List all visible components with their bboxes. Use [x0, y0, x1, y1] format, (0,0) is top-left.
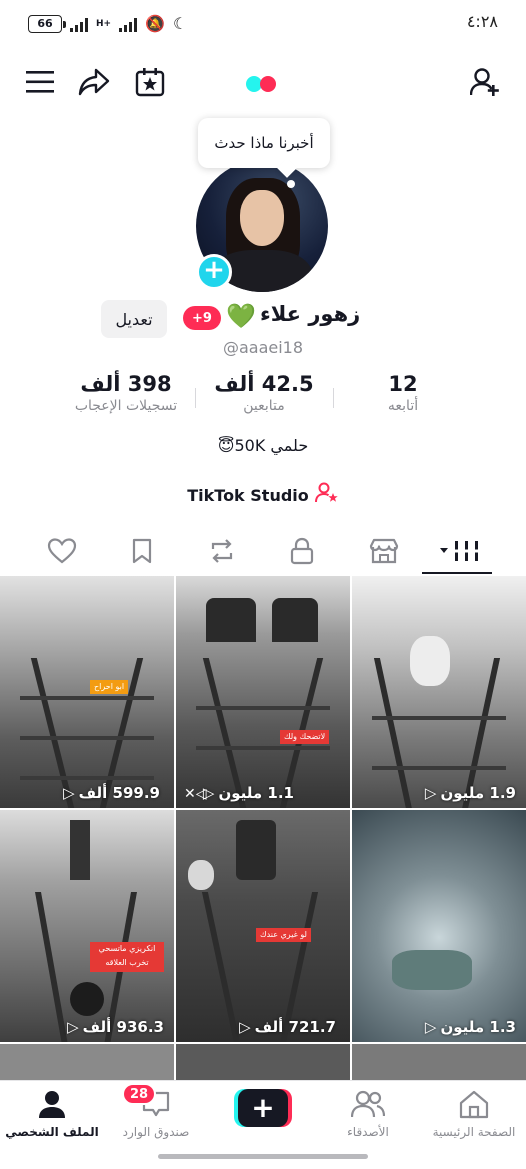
signal-icon-2 [119, 16, 138, 32]
add-story-button[interactable]: + [196, 254, 232, 290]
view-count: 1.1 مليون ▷ [202, 784, 294, 802]
runner [410, 636, 450, 686]
video-grid: ابو احراح 599.9 ألف ▷ لاتضحك ولك 1.1 مليو… [0, 576, 526, 1080]
blur-object [392, 950, 472, 990]
share-icon[interactable] [76, 64, 112, 100]
tab-favorites[interactable] [122, 534, 162, 568]
video-tile[interactable]: انكريزي ماتسحي تخرب العلاقه 936.3 ألف ▷ [0, 810, 174, 1042]
play-icon: ▷ [63, 784, 75, 802]
nav-inbox-label: صندوق الوارد [122, 1125, 190, 1139]
character [70, 982, 104, 1016]
studio-icon [314, 482, 339, 508]
play-icon: ▷ [424, 1018, 437, 1036]
notification-badge[interactable]: +9 [183, 306, 221, 330]
plus-icon: + [238, 1089, 288, 1127]
followers-label: متابعين [243, 398, 285, 414]
train [206, 598, 256, 642]
tab-private[interactable] [282, 534, 322, 568]
nav-friends[interactable]: الأصدقاء [318, 1089, 418, 1139]
following-stat[interactable]: 12 أتابعه [348, 372, 458, 414]
tab-reposts[interactable] [202, 534, 242, 568]
edit-profile-button[interactable]: تعديل [101, 300, 167, 338]
video-caption: ابو احراح [90, 680, 129, 694]
tab-shop[interactable] [364, 534, 404, 568]
play-icon: ▷ [239, 1018, 251, 1036]
bio: حلمي 50K😇 [217, 436, 309, 455]
create-button[interactable]: + [234, 1089, 292, 1127]
calendar-star-icon[interactable] [132, 64, 168, 100]
play-icon: ▷ [67, 1018, 79, 1036]
video-tile[interactable]: لو غيري عندك 721.7 ألف ▷ [176, 810, 350, 1042]
tiktok-now-icon[interactable] [246, 76, 276, 92]
video-caption: انكريزي ماتسحي تخرب العلاقه [90, 942, 164, 972]
profile-stats: 398 ألف تسجيلات الإعجاب 42.5 ألف متابعين… [0, 372, 526, 424]
video-tile[interactable]: 1.3 مليون ▷ [352, 810, 526, 1042]
friends-icon [350, 1090, 386, 1118]
home-icon [459, 1090, 489, 1119]
following-count: 12 [388, 372, 418, 396]
battery-icon: 66 [28, 14, 66, 33]
video-tile[interactable]: ابو احراح 599.9 ألف ▷ [0, 576, 174, 808]
nav-profile[interactable]: الملف الشخصي [2, 1089, 102, 1139]
display-name: زهور علاء [260, 302, 361, 326]
battery-level: 66 [37, 17, 53, 30]
video-tile[interactable]: لاتضحك ولك 1.1 مليون ▷ ✕◁ [176, 576, 350, 808]
view-count: 1.3 مليون ▷ [424, 1018, 516, 1036]
nav-home-label: الصفحة الرئيسية [432, 1125, 516, 1139]
video-tile[interactable] [352, 1044, 526, 1080]
menu-icon[interactable] [22, 64, 58, 100]
followers-stat[interactable]: 42.5 ألف متابعين [200, 372, 328, 414]
train [272, 598, 318, 642]
view-count: 599.9 ألف ▷ [63, 784, 160, 802]
nav-profile-label: الملف الشخصي [5, 1125, 99, 1139]
home-indicator [158, 1154, 368, 1159]
train [236, 820, 276, 880]
video-caption: لاتضحك ولك [280, 730, 330, 744]
video-tile[interactable] [176, 1044, 350, 1080]
muted-icon: ✕◁ [184, 786, 207, 802]
view-count: 936.3 ألف ▷ [67, 1018, 164, 1036]
mute-icon: 🔕 [145, 14, 165, 33]
studio-label: TikTok Studio [187, 485, 309, 505]
signal-post [70, 820, 90, 880]
nav-inbox[interactable]: صندوق الوارد [106, 1089, 206, 1139]
following-label: أتابعه [387, 398, 419, 414]
clock: ٤:٢٨ [466, 12, 498, 31]
status-tooltip[interactable]: أخبرنا ماذا حدث [198, 118, 330, 168]
name-row: تعديل +9 💚 زهور علاء [0, 298, 526, 342]
tab-liked[interactable] [42, 534, 82, 568]
view-count: 721.7 ألف ▷ [239, 1018, 336, 1036]
active-tab-indicator [422, 572, 492, 574]
top-nav [0, 58, 526, 106]
video-tile[interactable]: 1.9 مليون ▷ [352, 576, 526, 808]
character [188, 860, 214, 890]
signal-icon [70, 16, 88, 32]
profile-tabs [0, 528, 526, 574]
tooltip-text: أخبرنا ماذا حدث [214, 134, 314, 152]
likes-stat[interactable]: 398 ألف تسجيلات الإعجاب [58, 372, 194, 414]
online-dot [287, 180, 295, 188]
tiktok-studio-link[interactable]: TikTok Studio [0, 482, 526, 508]
video-tile[interactable] [0, 1044, 174, 1080]
followers-count: 42.5 ألف [214, 372, 314, 396]
add-friend-icon[interactable] [468, 64, 504, 100]
tab-videos[interactable] [438, 534, 482, 568]
username: @aaaei18 [222, 338, 304, 357]
view-count: 1.9 مليون ▷ [424, 784, 516, 802]
green-heart-icon: 💚 [226, 302, 256, 330]
profile-icon [39, 1091, 65, 1118]
video-caption: لو غيري عندك [256, 928, 311, 942]
likes-count: 398 ألف [80, 372, 172, 396]
play-icon: ▷ [424, 784, 437, 802]
status-bar: 66 H+ 🔕 ☾ ٤:٢٨ [0, 0, 526, 48]
inbox-badge: 28 [122, 1083, 156, 1105]
nav-friends-label: الأصدقاء [347, 1125, 389, 1139]
network-type: H+ [96, 18, 112, 29]
moon-icon: ☾ [173, 14, 188, 33]
likes-label: تسجيلات الإعجاب [74, 398, 178, 414]
nav-home[interactable]: الصفحة الرئيسية [424, 1089, 524, 1139]
